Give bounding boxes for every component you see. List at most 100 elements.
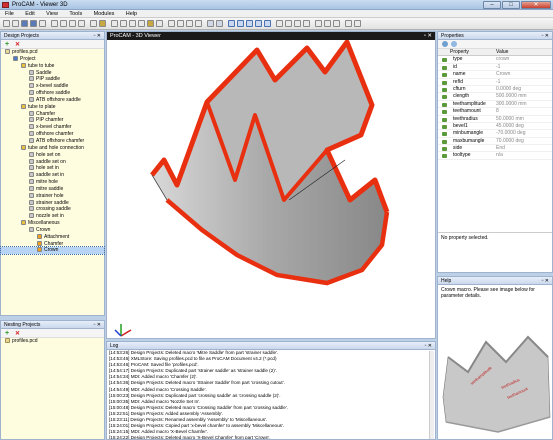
tree-item[interactable]: x-bevel saddle	[1, 83, 104, 90]
tree-item[interactable]: Attachment	[1, 233, 104, 241]
export-icon[interactable]	[39, 20, 46, 27]
tree-item[interactable]: tube to tube	[1, 62, 104, 70]
minimize-button[interactable]: –	[483, 1, 501, 9]
tree-item[interactable]: x-bevel chamfer	[1, 124, 104, 131]
wireframe-icon[interactable]	[207, 20, 214, 27]
tree-item[interactable]: strainer saddle	[1, 199, 104, 207]
axes-icon[interactable]	[315, 20, 322, 27]
property-row[interactable]: bevel1 45.0000 deg	[438, 123, 552, 131]
tree-item[interactable]: profiles.pcd	[5, 338, 104, 345]
property-row[interactable]: side End	[438, 145, 552, 153]
menu-help[interactable]: Help	[121, 10, 142, 17]
tree-item[interactable]: profiles.pcd	[1, 49, 104, 56]
delete-icon[interactable]	[78, 20, 85, 27]
add-icon[interactable]: +	[5, 41, 9, 48]
measure-icon[interactable]	[276, 20, 283, 27]
menu-file[interactable]: File	[0, 10, 19, 17]
tree-item[interactable]: Saddle	[1, 69, 104, 77]
view-mode-5-icon[interactable]	[264, 20, 271, 27]
property-row[interactable]: teethradius 50.0000 mm	[438, 116, 552, 123]
pan-icon[interactable]	[156, 20, 163, 27]
tree-item[interactable]: PIP chamfer	[1, 117, 104, 124]
property-row[interactable]: name Crown	[438, 71, 552, 79]
property-row[interactable]: minbumangle -70.0000 deg	[438, 130, 552, 138]
print-icon[interactable]	[354, 20, 361, 27]
panel-float-close-icon[interactable]: ▫ ✕	[425, 342, 432, 350]
menu-modules[interactable]: Modules	[89, 10, 120, 17]
panel-float-close-icon[interactable]: ▫ ✕	[542, 32, 549, 40]
viewer-canvas[interactable]	[107, 40, 435, 338]
tree-item[interactable]: Crown	[1, 226, 104, 234]
maximize-button[interactable]: □	[502, 1, 520, 9]
property-row[interactable]: type crown	[438, 56, 552, 64]
property-row[interactable]: id -1	[438, 64, 552, 72]
view-side-icon[interactable]	[186, 20, 193, 27]
property-row[interactable]: tooltype n/a	[438, 152, 552, 160]
menu-edit[interactable]: Edit	[20, 10, 39, 17]
undo-icon[interactable]	[90, 20, 97, 27]
property-row[interactable]: teethamount 8	[438, 108, 552, 116]
tree-item[interactable]: Crown	[0, 246, 105, 256]
save-icon[interactable]	[21, 20, 28, 27]
tree-item[interactable]: tube to plate	[1, 103, 104, 111]
section-icon[interactable]	[285, 20, 292, 27]
tree-item[interactable]: offshore chamfer	[1, 131, 104, 138]
zoom-fit-icon[interactable]	[138, 20, 145, 27]
tree-item[interactable]: Miscellaneous	[1, 220, 104, 227]
filter-icon[interactable]	[442, 41, 448, 47]
view-front-icon[interactable]	[168, 20, 175, 27]
cut-icon[interactable]	[51, 20, 58, 27]
menu-tools[interactable]: Tools	[64, 10, 87, 17]
save-as-icon[interactable]	[30, 20, 37, 27]
property-row[interactable]: cfturn 0.0000 deg	[438, 86, 552, 94]
tree-item[interactable]: mitre saddle	[1, 185, 104, 193]
grid-icon[interactable]	[99, 20, 106, 27]
tree-item[interactable]: strainer hole	[1, 192, 104, 200]
property-row[interactable]: refId -1	[438, 79, 552, 86]
tree-item[interactable]: hole set on	[1, 151, 104, 159]
tree-item[interactable]: saddle set on	[1, 158, 104, 166]
tree-item[interactable]: nozzle set in	[1, 213, 104, 220]
tree-item[interactable]: ATB offshore saddle	[1, 96, 104, 104]
open-folder-icon[interactable]	[12, 20, 19, 27]
tree-item[interactable]: Project	[1, 55, 104, 63]
view-mode-2-icon[interactable]	[237, 20, 244, 27]
remove-icon[interactable]: ✕	[15, 330, 20, 337]
panel-float-close-icon[interactable]: ▫ ✕	[94, 32, 101, 40]
tree-item[interactable]: tube and hole connection	[1, 144, 104, 152]
tree-item[interactable]: crossing saddle	[1, 206, 104, 213]
paste-icon[interactable]	[69, 20, 76, 27]
remove-icon[interactable]: ✕	[15, 41, 20, 48]
tree-item[interactable]: saddle set in	[1, 172, 104, 179]
view-mode-3-icon[interactable]	[246, 20, 253, 27]
tree-item[interactable]: PIP saddle	[1, 76, 104, 83]
property-row[interactable]: maxbumangle 70.0000 deg	[438, 138, 552, 146]
normals-icon[interactable]	[324, 20, 331, 27]
log-scrollbar[interactable]	[429, 351, 434, 439]
new-file-icon[interactable]	[3, 20, 10, 27]
property-row[interactable]: teethamplitude 300.0000 mm	[438, 101, 552, 109]
light-icon[interactable]	[294, 20, 301, 27]
tree-item[interactable]: hole set in	[1, 165, 104, 172]
view-iso-icon[interactable]	[195, 20, 202, 27]
tree-item[interactable]: offshore saddle	[1, 90, 104, 97]
zoom-out-icon[interactable]	[129, 20, 136, 27]
panel-float-close-icon[interactable]: ▫ ✕	[94, 321, 101, 329]
copy-icon[interactable]	[60, 20, 67, 27]
panel-float-close-icon[interactable]: ▫ ✕	[424, 32, 432, 40]
tree-item[interactable]: Chamfer	[1, 110, 104, 118]
view-top-icon[interactable]	[177, 20, 184, 27]
rotate-icon[interactable]	[147, 20, 154, 27]
panel-float-close-icon[interactable]: ▫ ✕	[542, 277, 549, 285]
tree-item[interactable]: Chamfer	[1, 240, 104, 248]
tree-item[interactable]: ATB offshore chamfer	[1, 137, 104, 145]
settings-icon[interactable]	[111, 20, 118, 27]
tree-item[interactable]: mitre hole	[1, 179, 104, 186]
view-icon[interactable]	[451, 41, 457, 47]
edges-icon[interactable]	[333, 20, 340, 27]
screenshot-icon[interactable]	[345, 20, 352, 27]
menu-view[interactable]: View	[41, 10, 63, 17]
view-mode-4-icon[interactable]	[255, 20, 262, 27]
view-mode-1-icon[interactable]	[228, 20, 235, 27]
add-icon[interactable]: +	[5, 330, 9, 337]
